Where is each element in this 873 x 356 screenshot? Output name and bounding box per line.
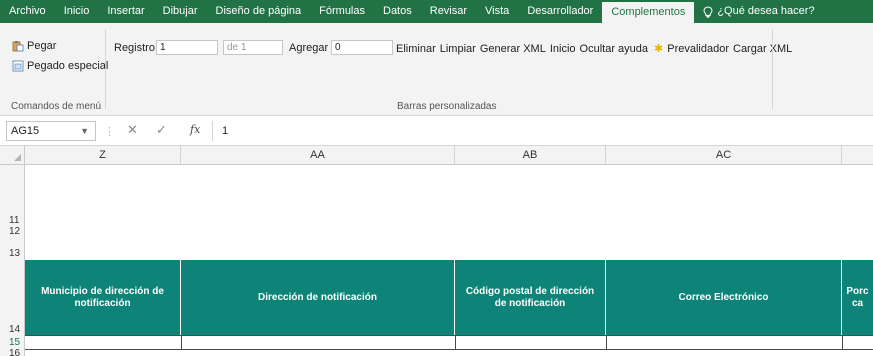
paste-special-icon	[12, 60, 24, 72]
pegar-label: Pegar	[27, 40, 57, 52]
tab-desarrollador[interactable]: Desarrollador	[518, 0, 602, 23]
row-header-13[interactable]: 13	[0, 249, 24, 259]
column-header-aa[interactable]: AA	[181, 146, 455, 165]
paste-icon	[12, 40, 24, 52]
header-correo[interactable]: Correo Electrónico	[606, 260, 842, 335]
row-header-12[interactable]: 12	[0, 227, 24, 237]
tab-vista[interactable]: Vista	[476, 0, 518, 23]
pegar-button[interactable]: Pegar	[12, 40, 56, 52]
registro-input[interactable]: 1	[156, 40, 218, 55]
inicio-button[interactable]: Inicio	[550, 43, 576, 55]
tab-complementos[interactable]: Complementos	[602, 2, 695, 23]
column-headers: Z AA AB AC	[25, 146, 873, 165]
custom-commands: Eliminar Limpiar Generar XML Inicio Ocul…	[396, 42, 792, 56]
tab-revisar[interactable]: Revisar	[421, 0, 476, 23]
header-municipio[interactable]: Municipio de dirección de notificación	[25, 260, 181, 335]
column-header-z[interactable]: Z	[25, 146, 181, 165]
prevalidador-button[interactable]: Prevalidador	[667, 43, 729, 55]
lightbulb-icon	[703, 5, 713, 18]
header-porcentaje[interactable]: Porc ca	[842, 260, 873, 335]
column-header-ac[interactable]: AC	[606, 146, 842, 165]
name-box[interactable]: AG15 ▼	[6, 121, 96, 141]
column-header-next[interactable]	[842, 146, 873, 165]
row-headers: 11 12 13 14 15 16	[0, 165, 25, 356]
formula-input[interactable]: 1	[212, 121, 873, 141]
enter-check-icon[interactable]: ✓	[156, 122, 167, 138]
row-header-15[interactable]: 15	[0, 338, 24, 348]
tab-archivo[interactable]: Archivo	[0, 0, 55, 23]
group-divider	[772, 29, 773, 109]
tab-insertar[interactable]: Insertar	[98, 0, 153, 23]
pegado-especial-button[interactable]: Pegado especial	[12, 60, 108, 72]
tab-formulas[interactable]: Fórmulas	[310, 0, 374, 23]
tell-me-search[interactable]: ¿Qué desea hacer?	[694, 0, 823, 23]
select-all-triangle-icon	[14, 154, 21, 161]
limpiar-button[interactable]: Limpiar	[440, 43, 476, 55]
row-header-11[interactable]: 11	[0, 216, 24, 226]
name-box-value: AG15	[11, 125, 40, 137]
registro-total-field: de 1	[223, 40, 283, 55]
cell-border	[842, 336, 843, 349]
formula-bar-grip-icon: ⋮	[104, 126, 115, 138]
registro-label: Registro:	[114, 42, 159, 54]
tell-me-text: ¿Qué desea hacer?	[717, 5, 815, 17]
group-divider	[105, 29, 106, 109]
row-header-16[interactable]: 16	[0, 349, 24, 356]
table-header-row: Municipio de dirección de notificación D…	[25, 260, 873, 335]
cell-border	[455, 336, 456, 349]
ocultar-ayuda-button[interactable]: Ocultar ayuda	[580, 43, 648, 55]
insert-function-icon[interactable]: fx	[190, 123, 200, 136]
header-direccion[interactable]: Dirección de notificación	[181, 260, 455, 335]
tab-diseno-de-pagina[interactable]: Diseño de página	[207, 0, 311, 23]
generar-xml-button[interactable]: Generar XML	[480, 43, 546, 55]
row-header-14[interactable]: 14	[0, 325, 24, 335]
cargar-xml-button[interactable]: Cargar XML	[733, 43, 792, 55]
tab-inicio[interactable]: Inicio	[55, 0, 99, 23]
eliminar-button[interactable]: Eliminar	[396, 43, 436, 55]
agregar-label: Agregar	[289, 42, 329, 54]
agregar-input[interactable]: 0	[331, 40, 393, 55]
chevron-down-icon[interactable]: ▼	[80, 122, 89, 140]
header-codigo-postal[interactable]: Código postal de dirección de notificaci…	[455, 260, 606, 335]
cell-border	[181, 336, 182, 349]
prevalidador-icon: ✱	[654, 43, 664, 55]
group-label-comandos: Comandos de menú	[11, 101, 102, 112]
select-all-corner[interactable]	[0, 146, 25, 165]
cancel-icon[interactable]: ✕	[127, 122, 138, 138]
formula-bar: AG15 ▼ ⋮ ✕ ✓ fx 1	[0, 116, 873, 146]
pegado-especial-label: Pegado especial	[27, 60, 109, 72]
tab-datos[interactable]: Datos	[374, 0, 421, 23]
group-label-barras: Barras personalizadas	[397, 101, 497, 112]
ribbon-body: Pegar Pegado especial Comandos de menú R…	[0, 23, 873, 116]
ribbon-tab-bar: Archivo Inicio Insertar Dibujar Diseño d…	[0, 0, 873, 23]
column-header-ab[interactable]: AB	[455, 146, 606, 165]
worksheet-grid[interactable]: Municipio de dirección de notificación D…	[25, 165, 873, 356]
table-row	[25, 335, 873, 350]
tab-dibujar[interactable]: Dibujar	[154, 0, 207, 23]
cell-border	[606, 336, 607, 349]
